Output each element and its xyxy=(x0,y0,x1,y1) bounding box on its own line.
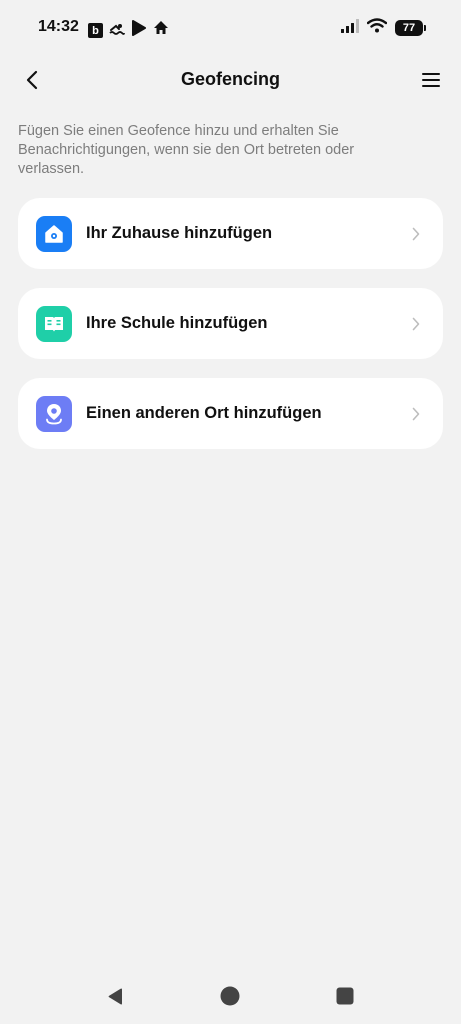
system-nav-bar xyxy=(0,968,461,1024)
add-home-label: Ihr Zuhause hinzufügen xyxy=(86,224,273,242)
add-other-place-item[interactable]: Einen anderen Ort hinzufügen xyxy=(18,378,443,449)
add-other-place-label: Einen anderen Ort hinzufügen xyxy=(86,404,322,422)
status-system-icons: 77 xyxy=(341,18,426,38)
nav-recents-button[interactable] xyxy=(333,984,357,1008)
add-school-item[interactable]: Ihre Schule hinzufügen xyxy=(18,288,443,359)
signal-icon xyxy=(341,18,359,38)
swim-icon xyxy=(109,22,125,40)
book-icon xyxy=(36,305,72,342)
geofence-description: Fügen Sie einen Geofence hinzu und erhal… xyxy=(18,123,355,177)
square-recents-icon xyxy=(336,987,354,1005)
chevron-right-icon xyxy=(411,316,421,332)
status-bar: 14:32 b 77 xyxy=(0,0,461,56)
page-title: Geofencing xyxy=(180,69,280,89)
status-time: 14:32 xyxy=(38,18,79,35)
chevron-right-icon xyxy=(411,406,421,422)
add-school-label: Ihre Schule hinzufügen xyxy=(86,314,268,332)
app-header: Geofencing xyxy=(0,56,461,104)
triangle-back-icon xyxy=(108,988,122,1005)
home-status-icon xyxy=(153,20,169,41)
circle-home-icon xyxy=(220,986,240,1006)
nav-back-button[interactable] xyxy=(104,984,128,1008)
nav-home-button[interactable] xyxy=(218,984,242,1008)
status-notification-icons: b xyxy=(88,20,169,41)
home-icon xyxy=(36,215,72,252)
hamburger-menu-icon xyxy=(422,73,440,87)
chevron-right-icon xyxy=(411,226,421,242)
menu-button[interactable] xyxy=(417,66,445,94)
app-b-icon: b xyxy=(88,23,103,38)
location-pin-icon xyxy=(36,395,72,432)
play-store-icon xyxy=(131,20,147,41)
wifi-icon xyxy=(366,18,388,38)
battery-icon: 77 xyxy=(395,20,426,36)
add-home-item[interactable]: Ihr Zuhause hinzufügen xyxy=(18,198,443,269)
